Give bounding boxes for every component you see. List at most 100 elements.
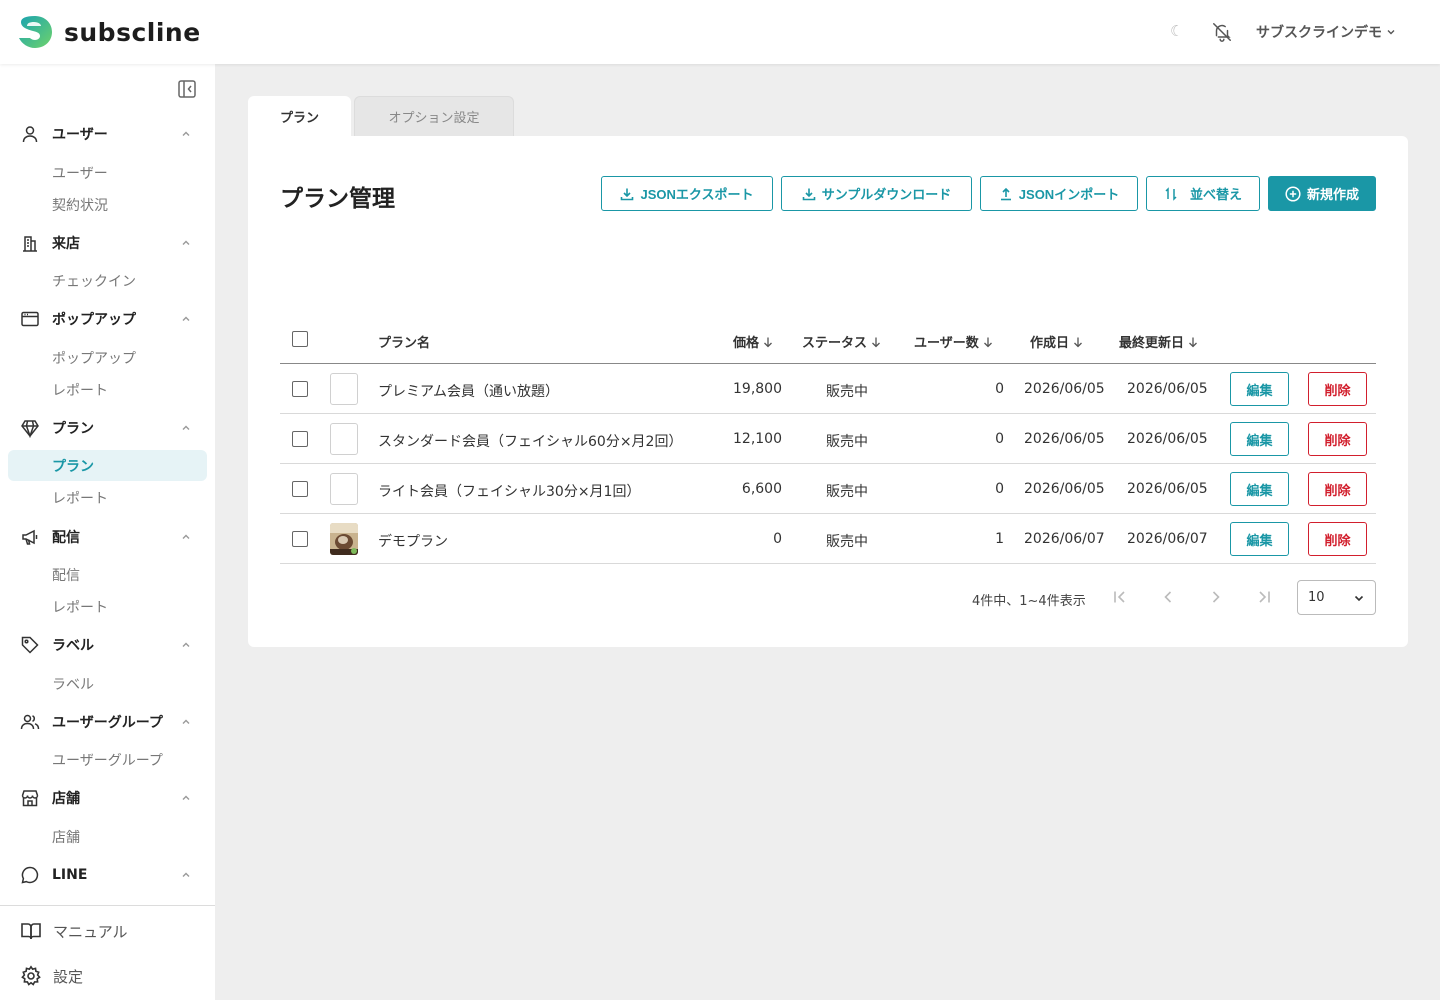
sidebar-group-label: ユーザーグループ [52,715,163,731]
column-header-price[interactable]: 価格 [733,332,774,351]
arrow-down-icon [764,337,772,347]
row-divider [280,413,1376,414]
plan-thumbnail [330,373,358,405]
delete-button[interactable]: 削除 [1308,372,1367,406]
row-checkbox[interactable] [292,431,308,447]
row-divider [280,563,1376,564]
sidebar-group-line[interactable]: LINE [20,863,200,887]
plan-updated-date: 2026/06/05 [1127,381,1208,397]
window-icon [21,311,39,327]
last-page-icon[interactable] [1255,588,1273,606]
sidebar-item-user-groups[interactable]: ユーザーグループ [52,750,163,770]
delete-button[interactable]: 削除 [1308,472,1367,506]
plan-name[interactable]: プレミアム会員（通い放題） [378,381,559,401]
row-checkbox[interactable] [292,381,308,397]
column-label: ステータス [802,336,868,351]
chevron-down-icon [1387,30,1395,35]
sidebar-group-label: 店舗 [52,791,80,807]
json-import-button[interactable]: JSONインポート [980,176,1138,211]
column-header-updated[interactable]: 最終更新日 [1119,332,1199,351]
page-size-select[interactable]: 10 [1297,580,1376,615]
edit-button[interactable]: 編集 [1230,522,1289,556]
logo[interactable]: subscline [16,14,201,50]
plan-price: 12,100 [733,431,782,447]
tag-icon [21,636,39,654]
plan-updated-date: 2026/06/05 [1127,481,1208,497]
sidebar-item-contracts[interactable]: 契約状況 [52,195,108,215]
prev-page-icon[interactable] [1159,588,1177,606]
select-all-checkbox[interactable] [292,331,308,347]
column-header-users[interactable]: ユーザー数 [914,332,994,351]
plan-name[interactable]: スタンダード会員（フェイシャル60分×月2回） [378,431,682,451]
sidebar-group-user-groups[interactable]: ユーザーグループ [20,710,200,734]
account-name: サブスクラインデモ [1256,25,1382,41]
brand-name: subscline [64,17,201,47]
edit-button[interactable]: 編集 [1230,372,1289,406]
sidebar-group-popup[interactable]: ポップアップ [20,307,200,331]
diamond-icon [21,420,39,438]
first-page-icon[interactable] [1111,588,1129,606]
page-size-value: 10 [1308,590,1325,605]
download-icon [621,188,634,200]
sidebar-group-label: 配信 [52,530,80,546]
sidebar-item-popup-report[interactable]: レポート [52,380,108,400]
sidebar-group-users[interactable]: ユーザー [20,122,200,146]
sidebar-item-checkin[interactable]: チェックイン [52,271,136,291]
chevron-up-icon [182,795,190,800]
sidebar-item-settings[interactable]: 設定 [20,965,83,987]
arrow-down-icon [1189,337,1197,347]
button-label: JSONエクスポート [640,187,754,202]
row-checkbox[interactable] [292,531,308,547]
edit-button[interactable]: 編集 [1230,472,1289,506]
app-header: subscline ☾ サブスクラインデモ [0,0,1440,64]
next-page-icon[interactable] [1207,588,1225,606]
sidebar-item-stores[interactable]: 店舗 [52,827,80,847]
plan-user-count: 1 [995,531,1004,547]
sidebar-item-users[interactable]: ユーザー [52,163,108,183]
account-menu[interactable]: サブスクラインデモ [1256,22,1396,42]
plan-thumbnail [330,473,358,505]
button-label: サンプルダウンロード [821,187,952,202]
sidebar-item-plans-report[interactable]: レポート [52,488,108,508]
plan-name[interactable]: ライト会員（フェイシャル30分×月1回） [378,481,640,501]
sidebar-item-plans[interactable]: プラン [52,456,94,476]
chevron-up-icon [182,534,190,539]
sort-arrows-icon [1165,186,1177,201]
sidebar-collapse-icon[interactable] [177,79,197,99]
column-header-created[interactable]: 作成日 [1030,332,1084,351]
sidebar-item-plans-active[interactable] [8,450,207,481]
sidebar-group-label: LINE [52,867,88,883]
sidebar-group-label: ラベル [52,638,94,654]
sidebar-group-stores[interactable]: 店舗 [20,786,200,810]
sample-download-button[interactable]: サンプルダウンロード [781,176,972,211]
sort-order-button[interactable]: 並べ替え [1146,176,1260,211]
create-new-button[interactable]: 新規作成 [1268,176,1376,211]
plan-user-count: 0 [995,381,1004,397]
delete-button[interactable]: 削除 [1308,522,1367,556]
column-label: ユーザー数 [914,336,979,351]
sidebar-group-visits[interactable]: 来店 [20,231,200,255]
pagination-summary: 4件中、1~4件表示 [972,594,1086,609]
sidebar-item-broadcast-report[interactable]: レポート [52,597,108,617]
sidebar-item-popup[interactable]: ポップアップ [52,348,136,368]
column-header-status[interactable]: ステータス [802,332,882,351]
plan-created-date: 2026/06/05 [1024,381,1105,397]
tab-plans[interactable]: プラン [248,96,351,136]
sidebar-item-broadcast[interactable]: 配信 [52,565,80,585]
sidebar-group-labels[interactable]: ラベル [20,633,200,657]
dark-mode-icon[interactable]: ☾ [1170,22,1183,40]
json-export-button[interactable]: JSONエクスポート [601,176,773,211]
sidebar-item-manual[interactable]: マニュアル [20,920,128,942]
sidebar-group-broadcast[interactable]: 配信 [20,525,200,549]
sidebar-item-labels[interactable]: ラベル [52,674,94,694]
plan-status: 販売中 [826,534,868,550]
row-checkbox[interactable] [292,481,308,497]
plans-card: プラン管理 JSONエクスポート サンプルダウンロード JSONインポート 並べ… [248,136,1408,647]
plan-name[interactable]: デモプラン [378,531,448,551]
tab-options[interactable]: オプション設定 [354,96,514,136]
edit-button[interactable]: 編集 [1230,422,1289,456]
column-header-name[interactable]: プラン名 [378,332,430,351]
delete-button[interactable]: 削除 [1308,422,1367,456]
notification-off-icon[interactable] [1211,21,1233,43]
sidebar-group-plans[interactable]: プラン [20,416,200,440]
